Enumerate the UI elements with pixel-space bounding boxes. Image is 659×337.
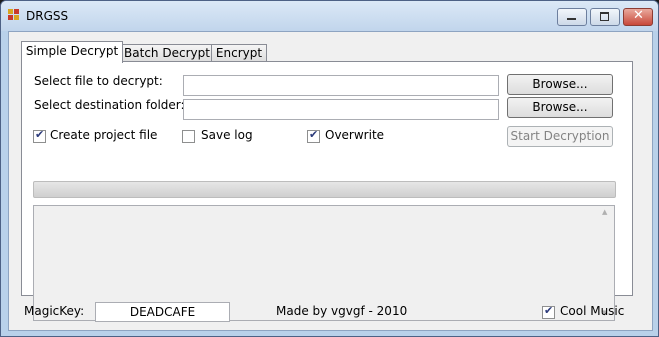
client-area: Simple Decrypt Batch Decrypt Encrypt Sel…	[8, 31, 653, 331]
main-window: DRGSS ✕ Simple Decrypt Batch Decrypt Enc…	[0, 0, 659, 337]
checkmark-icon: ✔	[544, 304, 554, 317]
tab-batch-decrypt[interactable]: Batch Decrypt	[122, 44, 212, 62]
tab-label: Batch Decrypt	[124, 46, 210, 60]
browse-file-button[interactable]: Browse...	[507, 74, 613, 95]
overwrite-label[interactable]: Overwrite	[325, 128, 384, 142]
simple-decrypt-panel: Select file to decrypt: Browse... Select…	[21, 61, 633, 321]
window-title: DRGSS	[26, 9, 69, 23]
source-file-label: Select file to decrypt:	[34, 74, 163, 88]
destination-folder-label: Select destination folder:	[34, 98, 185, 112]
minimize-button[interactable]	[557, 8, 587, 26]
create-project-checkbox[interactable]: ✔	[33, 128, 46, 143]
destination-folder-input[interactable]	[183, 99, 499, 120]
tab-label: Simple Decrypt	[25, 44, 119, 58]
tab-simple-decrypt[interactable]: Simple Decrypt	[21, 41, 123, 63]
minimize-icon	[567, 18, 576, 20]
save-log-label[interactable]: Save log	[201, 128, 253, 142]
close-button[interactable]: ✕	[623, 8, 653, 26]
save-log-checkbox[interactable]	[182, 130, 195, 143]
log-scrollbar[interactable]: ▲ ▼	[598, 206, 614, 320]
checkmark-icon: ✔	[35, 128, 45, 141]
start-decryption-button[interactable]: Start Decryption	[507, 126, 613, 147]
magickey-input[interactable]: DEADCAFE	[95, 302, 230, 322]
app-icon	[8, 9, 20, 21]
tab-label: Encrypt	[215, 46, 263, 60]
source-file-input[interactable]	[183, 75, 499, 96]
overwrite-checkbox[interactable]: ✔	[307, 128, 320, 143]
title-bar[interactable]: DRGSS ✕	[1, 1, 658, 31]
close-icon: ✕	[633, 8, 644, 23]
browse-folder-button[interactable]: Browse...	[507, 97, 613, 118]
maximize-icon	[600, 12, 609, 21]
maximize-button[interactable]	[590, 8, 620, 26]
magickey-label: MagicKey:	[24, 304, 85, 318]
progress-bar	[33, 181, 616, 198]
cool-music-label[interactable]: Cool Music	[560, 304, 624, 318]
checkmark-icon: ✔	[309, 128, 319, 141]
create-project-label[interactable]: Create project file	[50, 128, 157, 142]
cool-music-checkbox[interactable]: ✔	[542, 304, 555, 319]
scroll-up-icon[interactable]: ▲	[602, 208, 607, 216]
tab-encrypt[interactable]: Encrypt	[211, 44, 267, 62]
credit-text: Made by vgvgf - 2010	[276, 304, 408, 318]
